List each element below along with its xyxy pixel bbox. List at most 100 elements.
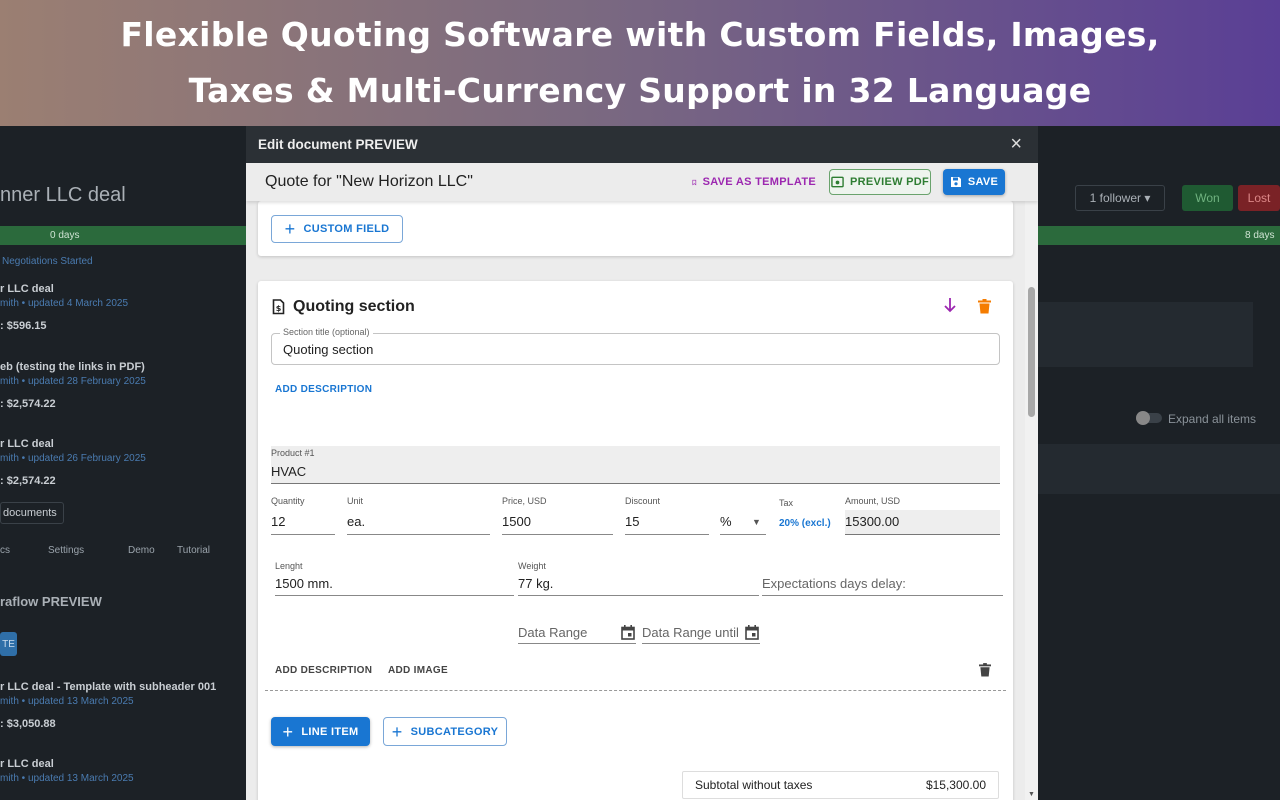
add-image-button[interactable]: ADD IMAGE <box>388 665 448 676</box>
price-input[interactable]: 1500 <box>502 514 531 529</box>
preview-pdf-button[interactable]: PREVIEW PDF <box>829 169 931 195</box>
product-label: Product #1 <box>271 448 315 458</box>
edit-document-modal: Edit document PREVIEW × Quote for "New H… <box>246 126 1038 800</box>
bookmark-icon <box>692 179 697 185</box>
document-dollar-icon: $ <box>272 299 285 315</box>
unit-input[interactable]: ea. <box>347 514 365 529</box>
tab-demo[interactable]: Demo <box>128 545 155 556</box>
add-line-item-button[interactable]: + LINE ITEM <box>271 717 370 746</box>
plus-icon: + <box>391 721 403 742</box>
tab-cs[interactable]: cs <box>0 545 10 556</box>
date-range-underline <box>518 643 636 644</box>
save-as-template-button[interactable]: SAVE AS TEMPLATE <box>692 170 816 194</box>
modal-scrollbar[interactable]: ▼ <box>1025 201 1038 800</box>
calendar-icon[interactable] <box>621 625 635 640</box>
expand-all-toggle[interactable] <box>1136 411 1162 425</box>
amount-label: Amount, USD <box>845 496 901 506</box>
scroll-down-arrow-icon[interactable]: ▼ <box>1028 791 1035 798</box>
product-field[interactable]: Product #1 HVAC <box>271 446 1000 484</box>
progress-bar-right <box>1038 226 1280 245</box>
lost-button[interactable]: Lost <box>1238 185 1280 211</box>
discount-input[interactable]: 15 <box>625 514 639 529</box>
add-section-description-button[interactable]: ADD DESCRIPTION <box>275 384 372 395</box>
doc-title[interactable]: r LLC deal <box>0 283 54 295</box>
expectations-delay-input[interactable]: Expectations days delay: <box>762 576 906 591</box>
date-range-until-input[interactable]: Data Range until <box>642 625 739 640</box>
add-custom-field-button[interactable]: + CUSTOM FIELD <box>271 215 403 243</box>
add-item-description-button[interactable]: ADD DESCRIPTION <box>275 665 372 676</box>
custom-fields-card: + CUSTOM FIELD <box>258 201 1013 256</box>
tab-tutorial[interactable]: Tutorial <box>177 545 210 556</box>
length-input[interactable]: 1500 mm. <box>275 576 333 591</box>
save-button[interactable]: SAVE <box>943 169 1005 195</box>
price-label: Price, USD <box>502 496 547 506</box>
documents-tab-label: documents <box>3 507 57 519</box>
section-title-field[interactable]: Section title (optional) Quoting section <box>271 327 1000 365</box>
caret-down-icon[interactable]: ▼ <box>752 517 761 527</box>
discount-type-select[interactable]: % <box>720 514 732 529</box>
tax-label: Tax <box>779 498 794 508</box>
quantity-input[interactable]: 12 <box>271 514 285 529</box>
length-label: Lenght <box>275 561 303 571</box>
date-range-input[interactable]: Data Range <box>518 625 587 640</box>
doc-title[interactable]: r LLC deal - Template with subheader 001 <box>0 681 216 693</box>
scrollbar-thumb[interactable] <box>1028 287 1035 417</box>
document-toolbar: Quote for "New Horizon LLC" SAVE AS TEMP… <box>246 163 1038 201</box>
doc-meta: mith • updated 26 February 2025 <box>0 453 146 464</box>
expand-all-label: Expand all items <box>1168 412 1257 426</box>
discount-underline <box>625 534 709 535</box>
deal-title: nner LLC deal <box>0 184 126 206</box>
follower-dropdown[interactable]: 1 follower ▾ <box>1075 185 1165 211</box>
tab-settings[interactable]: Settings <box>48 545 84 556</box>
progress-days-right: 8 days <box>1245 230 1275 241</box>
section-title-value: Quoting section <box>283 342 374 357</box>
custom-field-label: CUSTOM FIELD <box>303 223 390 235</box>
modal-scroll-area[interactable]: + CUSTOM FIELD $ Quoting section Section… <box>246 201 1025 800</box>
doc-title[interactable]: r LLC deal <box>0 758 54 770</box>
item-panel <box>1038 444 1280 494</box>
product-value: HVAC <box>271 464 307 479</box>
weight-input[interactable]: 77 kg. <box>518 576 553 591</box>
banner-line-1: Flexible Quoting Software with Custom Fi… <box>120 15 1160 54</box>
weight-underline <box>518 595 759 596</box>
stage-label: Negotiations Started <box>2 256 93 267</box>
doc-total: : $596.15 <box>0 320 47 332</box>
doc-title[interactable]: r LLC deal <box>0 438 54 450</box>
svg-text:$: $ <box>276 304 282 313</box>
subtotal-label: Subtotal without taxes <box>695 778 813 792</box>
create-button[interactable]: TE <box>0 632 17 656</box>
tax-value-link[interactable]: 20% (excl.) <box>779 518 831 529</box>
doc-title[interactable]: eb (testing the links in PDF) <box>0 361 145 373</box>
plus-icon: + <box>284 219 296 239</box>
date-range-until-underline <box>642 643 760 644</box>
doc-total: : $2,574.22 <box>0 475 56 487</box>
delete-line-item-icon[interactable] <box>979 663 991 682</box>
modal-title: Edit document PREVIEW <box>258 137 418 152</box>
progress-days-left: 0 days <box>50 230 80 241</box>
price-underline <box>502 534 613 535</box>
info-panel <box>1038 302 1253 367</box>
length-underline <box>275 595 514 596</box>
line-item-label: LINE ITEM <box>301 725 359 738</box>
document-title: Quote for "New Horizon LLC" <box>265 173 473 190</box>
discount-label: Discount <box>625 496 661 506</box>
save-as-template-label: SAVE AS TEMPLATE <box>702 176 816 188</box>
calendar-icon[interactable] <box>745 625 759 640</box>
line-item-divider <box>265 690 1006 691</box>
doc-total: : $3,050.88 <box>0 718 56 730</box>
floppy-disk-icon <box>950 177 961 187</box>
won-button[interactable]: Won <box>1182 185 1233 211</box>
progress-bar-left <box>0 226 246 245</box>
move-down-icon[interactable] <box>943 297 957 318</box>
subtotal-value: $15,300.00 <box>925 778 986 792</box>
subcategory-label: SUBCATEGORY <box>410 725 499 738</box>
doc-meta: mith • updated 13 March 2025 <box>0 773 134 784</box>
quantity-underline <box>271 534 335 535</box>
close-icon[interactable]: × <box>1010 134 1022 154</box>
add-subcategory-button[interactable]: + SUBCATEGORY <box>383 717 507 746</box>
weight-label: Weight <box>518 561 546 571</box>
quoting-section-card: $ Quoting section Section title (optiona… <box>258 281 1013 800</box>
section-title: Quoting section <box>293 298 415 315</box>
delete-section-icon[interactable] <box>978 299 991 319</box>
modal-header: Edit document PREVIEW <box>246 126 1038 163</box>
